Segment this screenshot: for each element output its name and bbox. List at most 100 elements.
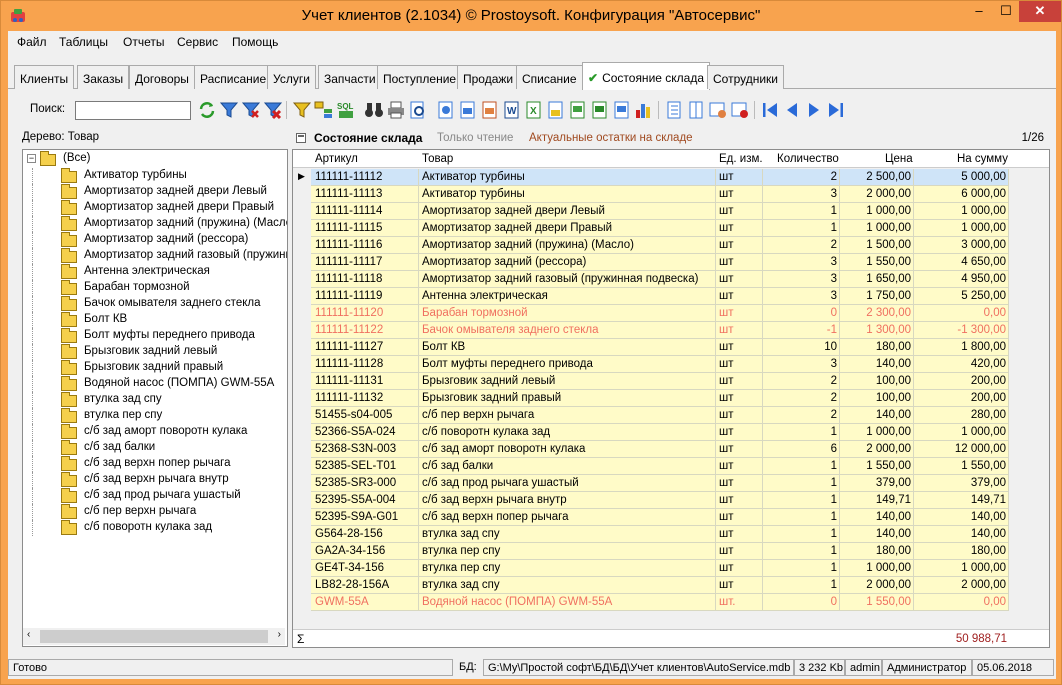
refresh-icon[interactable]	[197, 100, 217, 120]
tree-item[interactable]: Амортизатор задний газовый (пружинн	[23, 248, 287, 264]
next-record-icon[interactable]	[804, 100, 824, 120]
binoculars-icon[interactable]	[364, 100, 384, 120]
export-xml-icon[interactable]	[458, 100, 478, 120]
tree-item[interactable]: с/б зад прод рычага ушастый	[23, 488, 287, 504]
table-row[interactable]: 111111-11115 Амортизатор задней двери Пра…	[293, 220, 1049, 237]
sort-icon[interactable]	[664, 100, 684, 120]
col-product[interactable]: Товар	[422, 153, 453, 165]
scroll-left-icon[interactable]: ‹	[27, 629, 30, 640]
scroll-thumb[interactable]	[40, 630, 268, 643]
table-row[interactable]: 111111-11114 Амортизатор задней двери Лев…	[293, 203, 1049, 220]
tab-parts[interactable]: Запчасти	[318, 65, 382, 89]
menu-reports[interactable]: Отчеты	[123, 35, 164, 49]
export-dbf-icon[interactable]	[590, 100, 610, 120]
table-row[interactable]: 52368-S3N-003 с/б зад аморт поворотн кула…	[293, 441, 1049, 458]
title-bar[interactable]: Учет клиентов (2.1034) © Prostoysoft. Ко…	[1, 1, 1061, 31]
tab-receipts[interactable]: Поступление	[377, 65, 463, 89]
tree-item[interactable]: Амортизатор задней двери Левый	[23, 184, 287, 200]
table-row[interactable]: 111111-11118 Амортизатор задний газовый (…	[293, 271, 1049, 288]
tree-item[interactable]: Барабан тормозной	[23, 280, 287, 296]
export-sql-icon[interactable]	[612, 100, 632, 120]
tree-item[interactable]: Бачок омывателя заднего стекла	[23, 296, 287, 312]
collapse-icon[interactable]: −	[27, 154, 36, 163]
print-preview-icon[interactable]	[408, 100, 428, 120]
table-row[interactable]: 111111-11132 Брызговик задний правый шт 2 10…	[293, 390, 1049, 407]
filter-remove-all-icon[interactable]	[263, 100, 283, 120]
table-row[interactable]: 111111-11120 Барабан тормозной шт 0 2 300,00…	[293, 305, 1049, 322]
export-rtf-icon[interactable]	[480, 100, 500, 120]
tree-item[interactable]: с/б зад балки	[23, 440, 287, 456]
export-txt-icon[interactable]	[568, 100, 588, 120]
tree-item[interactable]: с/б зад аморт поворотн кулака	[23, 424, 287, 440]
tab-contracts[interactable]: Договоры	[129, 65, 195, 89]
tab-services[interactable]: Услуги	[267, 65, 316, 89]
table-row[interactable]: 52366-S5A-024 с/б поворотн кулака зад шт 1 1…	[293, 424, 1049, 441]
table-row[interactable]: 111111-11122 Бачок омывателя заднего стек…	[293, 322, 1049, 339]
table-row[interactable]: GE4T-34-156 втулка пер спу шт 1 1 000,00 1 00…	[293, 560, 1049, 577]
grid-layout-icon[interactable]	[730, 100, 750, 120]
tree-item[interactable]: Водяной насос (ПОМПА) GWM-55A	[23, 376, 287, 392]
tree-item[interactable]: Активатор турбины	[23, 168, 287, 184]
col-article[interactable]: Артикул	[315, 153, 358, 165]
tree-item[interactable]: Амортизатор задний (пружина) (Масло)	[23, 216, 287, 232]
tree-item[interactable]: Антенна электрическая	[23, 264, 287, 280]
col-sum[interactable]: На сумму	[957, 153, 1008, 165]
tab-schedule[interactable]: Расписание	[194, 65, 273, 89]
tab-orders[interactable]: Заказы	[77, 65, 130, 89]
table-row[interactable]: G564-28-156 втулка зад спу шт 1 140,00 140,00	[293, 526, 1049, 543]
table-row[interactable]: 111111-11128 Болт муфты переднего привода…	[293, 356, 1049, 373]
category-tree[interactable]: − (Все) Активатор турбины Амортизатор зад…	[22, 149, 288, 647]
first-record-icon[interactable]	[760, 100, 780, 120]
print-icon[interactable]	[386, 100, 406, 120]
tree-item[interactable]: Амортизатор задней двери Правый	[23, 200, 287, 216]
scroll-right-icon[interactable]: ›	[278, 629, 281, 640]
table-row[interactable]: GWM-55A Водяной насос (ПОМПА) GWM-55A шт. 0…	[293, 594, 1049, 611]
tab-clients[interactable]: Клиенты	[14, 65, 75, 89]
export-excel-icon[interactable]: X	[524, 100, 544, 120]
tab-writeoff[interactable]: Списание	[516, 65, 583, 89]
search-input[interactable]	[75, 101, 191, 120]
filter-icon[interactable]	[219, 100, 239, 120]
table-row[interactable]: 111111-11119 Антенна электрическая шт 3 1 75…	[293, 288, 1049, 305]
menu-help[interactable]: Помощь	[232, 35, 278, 49]
table-row[interactable]: GA2A-34-156 втулка пер спу шт 1 180,00 180,00	[293, 543, 1049, 560]
table-row[interactable]: 52385-SEL-T01 с/б зад балки шт 1 1 550,00 1 5…	[293, 458, 1049, 475]
menu-service[interactable]: Сервис	[177, 35, 218, 49]
last-record-icon[interactable]	[826, 100, 846, 120]
table-row[interactable]: 111111-11113 Активатор турбины шт 3 2 000,00…	[293, 186, 1049, 203]
tab-employees[interactable]: Сотрудники	[707, 65, 784, 89]
minimize-button[interactable]: –	[965, 1, 993, 22]
stock-table[interactable]: Артикул Товар Ед. изм. Количество Цена Н…	[292, 149, 1050, 648]
tree-item[interactable]: втулка зад спу	[23, 392, 287, 408]
prev-record-icon[interactable]	[782, 100, 802, 120]
tab-stock-status[interactable]: ✔ Состояние склада	[582, 62, 711, 90]
menu-file[interactable]: Файл	[17, 35, 47, 49]
col-quantity[interactable]: Количество	[777, 153, 839, 165]
table-row[interactable]: 111111-11116 Амортизатор задний (пружина)…	[293, 237, 1049, 254]
col-unit[interactable]: Ед. изм.	[719, 153, 763, 165]
tree-item[interactable]: Брызговик задний левый	[23, 344, 287, 360]
export-word-icon[interactable]: W	[502, 100, 522, 120]
table-row[interactable]: LB82-28-156A втулка зад спу шт 1 2 000,00 2 0…	[293, 577, 1049, 594]
table-row[interactable]: 111111-11117 Амортизатор задний (рессора)…	[293, 254, 1049, 271]
tree-item[interactable]: с/б зад верхн рычага внутр	[23, 472, 287, 488]
grid-settings-icon[interactable]	[708, 100, 728, 120]
tree-item[interactable]: с/б зад верхн попер рычага	[23, 456, 287, 472]
sql-icon[interactable]: SQL	[336, 100, 356, 120]
chart-icon[interactable]	[634, 100, 654, 120]
table-row[interactable]: 111111-11112 Активатор турбины шт 2 2 500,00…	[293, 169, 1049, 186]
filter-tree-icon[interactable]	[292, 100, 312, 120]
table-row[interactable]: 111111-11131 Брызговик задний левый шт 2 100…	[293, 373, 1049, 390]
table-row[interactable]: 111111-11127 Болт КВ шт 10 180,00 1 800,00	[293, 339, 1049, 356]
table-row[interactable]: 52395-S9A-G01 с/б зад верхн попер рычага ш…	[293, 509, 1049, 526]
tree-item[interactable]: с/б пер верхн рычага	[23, 504, 287, 520]
tree-view-icon[interactable]	[314, 100, 334, 120]
tree-item[interactable]: Болт КВ	[23, 312, 287, 328]
tree-hscrollbar[interactable]: ‹ ›	[23, 628, 285, 645]
close-button[interactable]: ✕	[1019, 1, 1061, 22]
table-row[interactable]: 52385-SR3-000 с/б зад прод рычага ушастый…	[293, 475, 1049, 492]
menu-tables[interactable]: Таблицы	[59, 35, 108, 49]
tab-sales[interactable]: Продажи	[457, 65, 520, 89]
col-price[interactable]: Цена	[885, 153, 913, 165]
table-row[interactable]: 52395-S5A-004 с/б зад верхн рычага внутр ш…	[293, 492, 1049, 509]
